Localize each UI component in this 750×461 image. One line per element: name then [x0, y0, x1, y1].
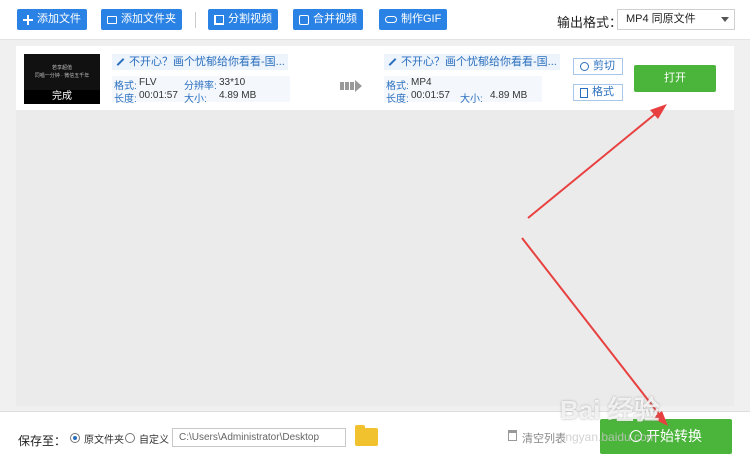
watermark: Bai 经验	[560, 395, 660, 425]
watermark-url: jingyan.baidu.com	[560, 430, 657, 444]
